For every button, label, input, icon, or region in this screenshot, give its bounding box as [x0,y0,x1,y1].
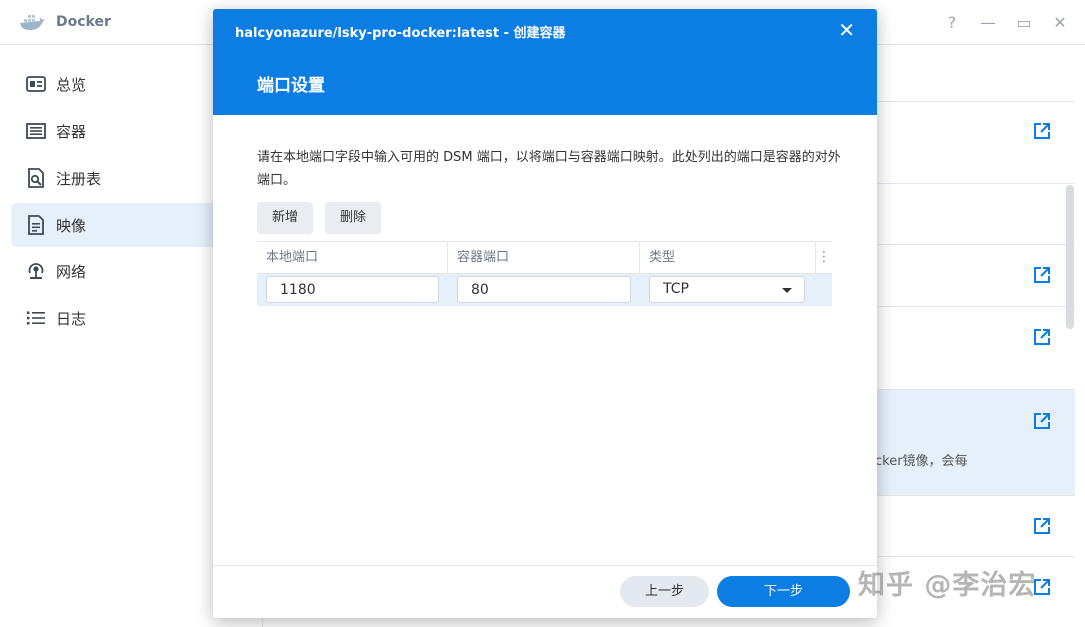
log-icon [26,308,46,328]
network-icon [26,261,46,281]
column-header-container-port[interactable]: 容器端口 [448,242,639,274]
dialog-subtitle: 端口设置 [257,71,325,96]
registry-icon [26,168,46,188]
table-header: 本地端口 容器端口 类型 ⋮ [257,241,832,274]
local-port-input[interactable] [266,276,439,303]
minimize-icon[interactable]: — [977,12,999,34]
port-settings-description: 请在本地端口字段中输入可用的 DSM 端口，以将端口与容器端口映射。此处列出的端… [257,146,842,192]
table-row: TCP [257,274,832,306]
dialog-title: halcyonazure/lsky-pro-docker:latest - 创建… [235,22,566,41]
docker-logo-icon [19,12,45,32]
add-button[interactable]: 新增 [257,202,313,234]
type-select-value: TCP [663,281,689,297]
type-select[interactable]: TCP [649,276,805,303]
sidebar-item-label: 注册表 [56,168,101,189]
container-port-input[interactable] [457,276,631,303]
sidebar-item-label: 映像 [56,215,86,236]
app-title: Docker [56,14,111,30]
external-link-icon[interactable] [1033,328,1051,346]
column-menu-icon[interactable]: ⋮ [816,242,832,274]
external-link-icon[interactable] [1033,517,1051,535]
sidebar-item-label: 总览 [56,74,86,95]
close-window-icon[interactable]: ✕ [1049,12,1071,34]
overview-icon [26,74,46,94]
chevron-down-icon [782,288,792,293]
dialog-footer: 上一步 下一步 [213,565,877,618]
sidebar-item-label: 容器 [56,121,86,142]
scrollbar[interactable] [1066,185,1074,329]
sidebar-item-label: 日志 [56,308,86,329]
close-icon[interactable]: ✕ [838,20,855,40]
help-icon[interactable]: ? [941,12,963,34]
container-icon [26,121,46,141]
column-header-local-port[interactable]: 本地端口 [257,242,447,274]
list-item-description: cker镜像，会每 [875,450,968,469]
next-step-button[interactable]: 下一步 [717,576,850,607]
watermark: 知乎 @李治宏 [858,563,1036,602]
column-header-type[interactable]: 类型 [640,242,815,274]
port-table: 本地端口 容器端口 类型 ⋮ TCP [257,241,832,306]
create-container-dialog: halcyonazure/lsky-pro-docker:latest - 创建… [213,9,877,618]
image-icon [26,215,46,235]
window-controls: ? — ▭ ✕ [941,12,1071,34]
external-link-icon[interactable] [1033,412,1051,430]
delete-button[interactable]: 删除 [325,202,381,234]
sidebar-item-label: 网络 [56,261,86,282]
maximize-icon[interactable]: ▭ [1013,12,1035,34]
dialog-header: halcyonazure/lsky-pro-docker:latest - 创建… [213,9,877,115]
previous-step-button[interactable]: 上一步 [620,576,709,607]
external-link-icon[interactable] [1033,122,1051,140]
external-link-icon[interactable] [1033,266,1051,284]
